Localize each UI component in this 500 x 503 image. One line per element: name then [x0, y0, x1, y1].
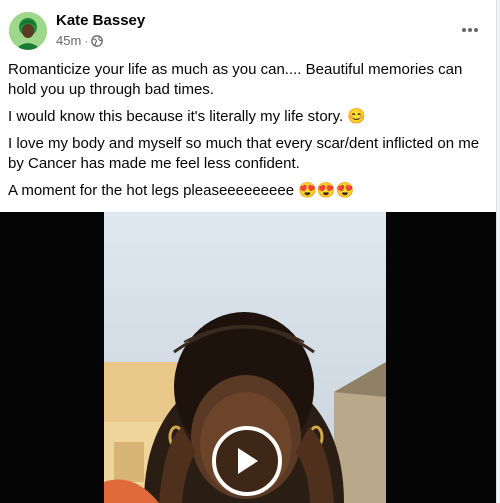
play-icon	[238, 448, 258, 474]
post-meta: 45m ·	[56, 33, 104, 48]
post-paragraph: A moment for the hot legs pleaseeeeeeeee…	[8, 182, 355, 199]
meta-separator: ·	[84, 33, 89, 48]
post-paragraph: I would know this because it's literally…	[8, 108, 367, 125]
avatar-image	[9, 12, 47, 50]
video-player[interactable]	[0, 212, 496, 503]
post-timestamp[interactable]: 45m	[56, 33, 81, 48]
more-options-icon	[462, 28, 478, 32]
more-options-button[interactable]	[452, 12, 488, 48]
author-name[interactable]: Kate Bassey	[56, 12, 145, 29]
play-button[interactable]	[212, 426, 282, 496]
avatar[interactable]	[9, 12, 47, 50]
post-text: Romanticize your life as much as you can…	[8, 60, 484, 208]
post-paragraph: I love my body and myself so much that e…	[8, 135, 480, 172]
globe-icon[interactable]	[91, 34, 104, 47]
post-card: Kate Bassey 45m · Romanticize your life …	[0, 0, 497, 503]
post-paragraph: Romanticize your life as much as you can…	[8, 61, 463, 98]
